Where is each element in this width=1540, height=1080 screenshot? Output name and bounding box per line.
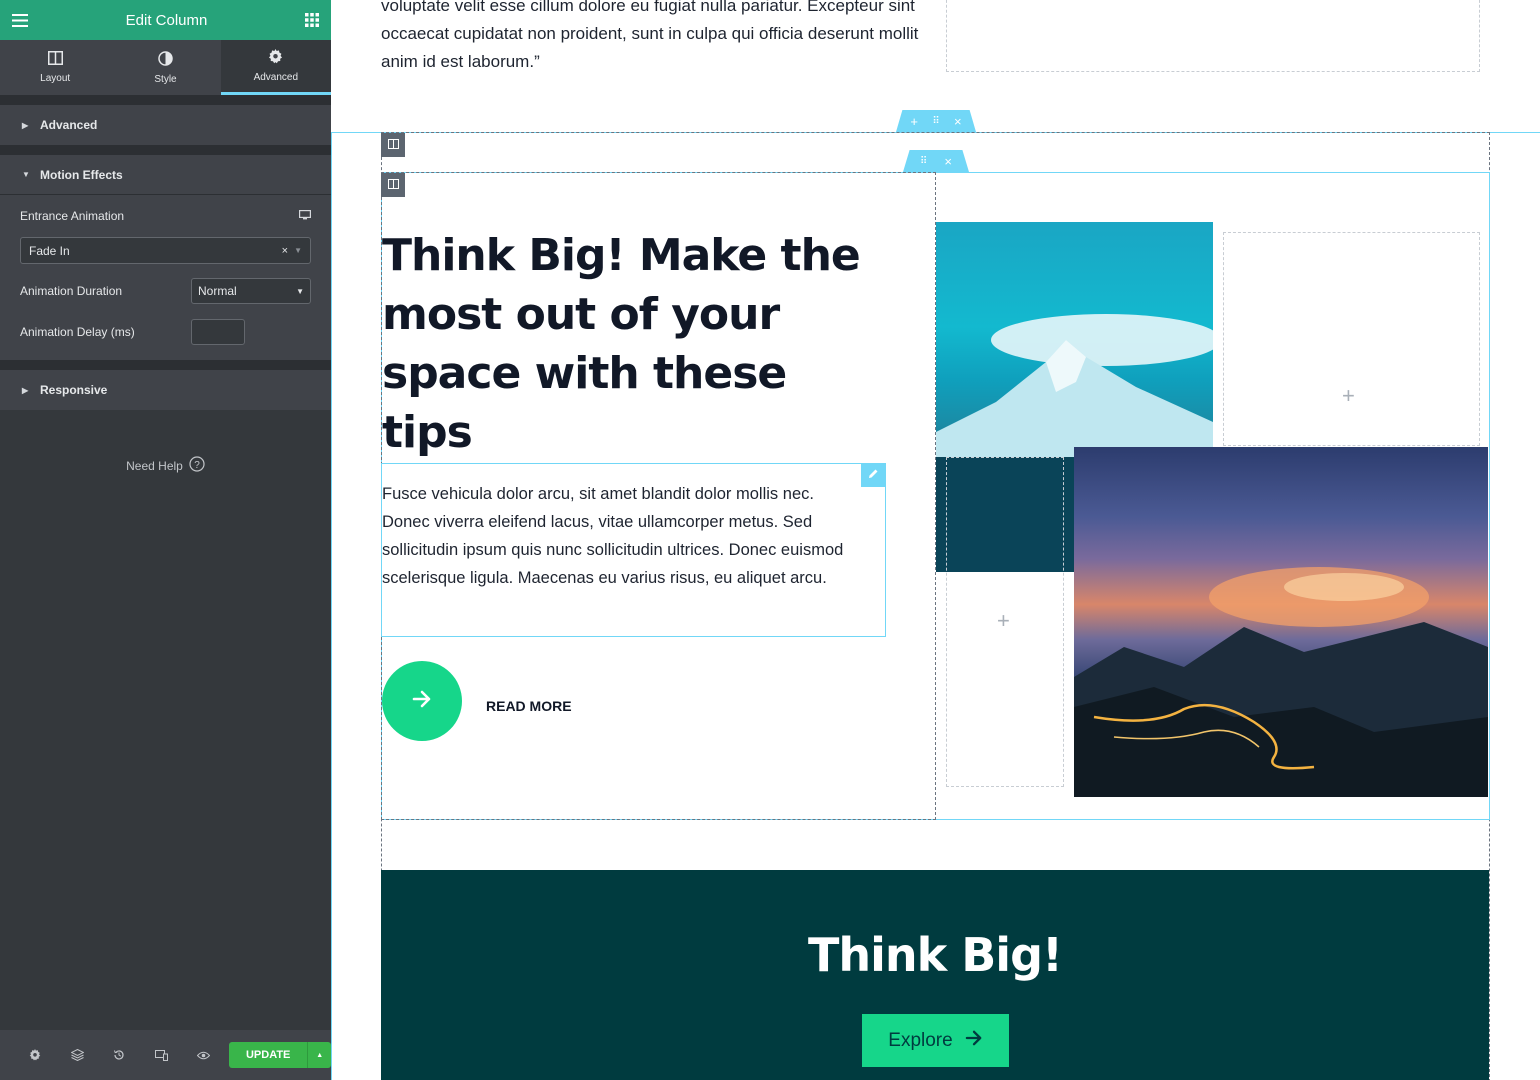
- drag-handle-icon[interactable]: ⠿: [932, 116, 939, 127]
- caret-down-icon: ▼: [22, 170, 30, 179]
- caret-right-icon: ▶: [22, 120, 29, 130]
- history-icon[interactable]: [98, 1049, 140, 1061]
- column-handle[interactable]: [381, 133, 405, 157]
- entrance-animation-select[interactable]: Fade In × ▼: [20, 237, 311, 264]
- tab-advanced[interactable]: Advanced: [220, 40, 331, 95]
- columns-icon: [47, 51, 63, 68]
- read-more-circle-button[interactable]: [382, 661, 462, 741]
- column-icon: [387, 136, 399, 154]
- layers-icon[interactable]: [56, 1049, 98, 1061]
- need-help-label: Need Help: [126, 458, 183, 473]
- section-advanced[interactable]: ▶ Advanced: [0, 105, 331, 145]
- svg-text:?: ?: [194, 460, 200, 471]
- drag-handle-icon[interactable]: ⠿: [920, 156, 927, 167]
- gear-icon: [268, 49, 283, 67]
- responsive-mode-icon[interactable]: [141, 1049, 183, 1061]
- explore-label: Explore: [888, 1029, 953, 1051]
- section-label: Motion Effects: [40, 167, 123, 182]
- arrow-right-icon: [412, 690, 432, 713]
- arrow-right-icon: [965, 1030, 983, 1052]
- desktop-responsive-icon[interactable]: [299, 209, 312, 223]
- tab-label: Advanced: [253, 72, 299, 83]
- tab-label: Layout: [40, 73, 71, 84]
- editor-panel: Edit Column Layout Style Advanced ▶ Adva…: [0, 0, 331, 1080]
- motion-effects-panel: Entrance Animation Fade In × ▼ Animation…: [0, 195, 331, 360]
- inner-section-handle: ⠿ ×: [903, 150, 969, 172]
- section-motion-effects[interactable]: ▼ Motion Effects: [0, 155, 331, 195]
- page-heading: Think Big! Make the most out of your spa…: [382, 230, 861, 458]
- column-handle[interactable]: [381, 173, 405, 197]
- quote-text: voluptate velit esse cillum dolore eu fu…: [381, 0, 919, 71]
- body-text: Fusce vehicula dolor arcu, sit amet blan…: [382, 485, 844, 587]
- entrance-animation-value: Fade In: [29, 243, 70, 258]
- delete-section-icon[interactable]: ×: [954, 114, 962, 129]
- hamburger-menu-icon[interactable]: [12, 13, 28, 27]
- animation-duration-value: Normal: [198, 284, 237, 298]
- pencil-icon: [868, 466, 879, 484]
- help-circle-icon: ?: [189, 456, 205, 475]
- add-widget-plus-icon[interactable]: +: [1342, 383, 1355, 409]
- section-label: Responsive: [40, 383, 108, 397]
- tab-style[interactable]: Style: [110, 40, 220, 95]
- panel-footer: UPDATE ▲: [0, 1030, 331, 1080]
- delete-section-icon[interactable]: ×: [944, 154, 952, 169]
- add-widget-plus-icon[interactable]: +: [997, 608, 1010, 634]
- caret-up-icon: ▲: [316, 1051, 324, 1059]
- widgets-grid-icon[interactable]: [304, 13, 319, 27]
- read-more-link[interactable]: READ MORE: [486, 698, 572, 714]
- animation-duration-row: Animation Duration Normal ▼: [20, 264, 311, 318]
- update-button[interactable]: UPDATE: [228, 1042, 308, 1068]
- empty-column-placeholder[interactable]: +: [1223, 232, 1480, 446]
- section-handle: + ⠿ ×: [896, 110, 976, 132]
- need-help-link[interactable]: Need Help ?: [0, 456, 331, 475]
- preview-canvas: voluptate velit esse cillum dolore eu fu…: [331, 0, 1540, 1080]
- settings-gear-icon[interactable]: [14, 1049, 56, 1061]
- animation-duration-select[interactable]: Normal ▼: [191, 278, 311, 304]
- section-label: Advanced: [40, 118, 98, 132]
- entrance-animation-row: Entrance Animation: [20, 195, 312, 237]
- edit-widget-button[interactable]: [861, 463, 886, 487]
- cta-title: Think Big!: [808, 928, 1063, 982]
- explore-button[interactable]: Explore: [862, 1014, 1009, 1067]
- panel-title: Edit Column: [125, 11, 208, 29]
- empty-column-placeholder[interactable]: [946, 0, 1480, 72]
- section-responsive[interactable]: ▶ Responsive: [0, 370, 331, 410]
- cta-band: Think Big! Explore: [381, 870, 1489, 1080]
- animation-duration-label: Animation Duration: [20, 284, 123, 298]
- tab-label: Style: [154, 73, 177, 85]
- half-circle-icon: [158, 50, 173, 69]
- empty-column-placeholder[interactable]: +: [946, 457, 1064, 787]
- panel-tabs: Layout Style Advanced: [0, 40, 331, 95]
- chevron-down-icon: ▼: [294, 246, 302, 255]
- animation-delay-label: Animation Delay (ms): [20, 325, 135, 339]
- entrance-animation-label: Entrance Animation: [20, 209, 125, 223]
- text-editor-widget[interactable]: Fusce vehicula dolor arcu, sit amet blan…: [381, 463, 886, 637]
- sunset-valley-image: [1074, 447, 1488, 797]
- tab-layout[interactable]: Layout: [0, 40, 110, 95]
- save-options-button[interactable]: ▲: [307, 1042, 331, 1068]
- add-section-icon[interactable]: +: [910, 114, 918, 129]
- caret-right-icon: ▶: [22, 385, 29, 395]
- animation-delay-input[interactable]: [191, 319, 245, 345]
- preview-eye-icon[interactable]: [183, 1051, 225, 1060]
- panel-header: Edit Column: [0, 0, 331, 40]
- clear-icon[interactable]: ×: [282, 245, 288, 257]
- column-icon: [387, 176, 399, 194]
- chevron-down-icon: ▼: [296, 286, 304, 296]
- animation-delay-row: Animation Delay (ms): [20, 318, 311, 346]
